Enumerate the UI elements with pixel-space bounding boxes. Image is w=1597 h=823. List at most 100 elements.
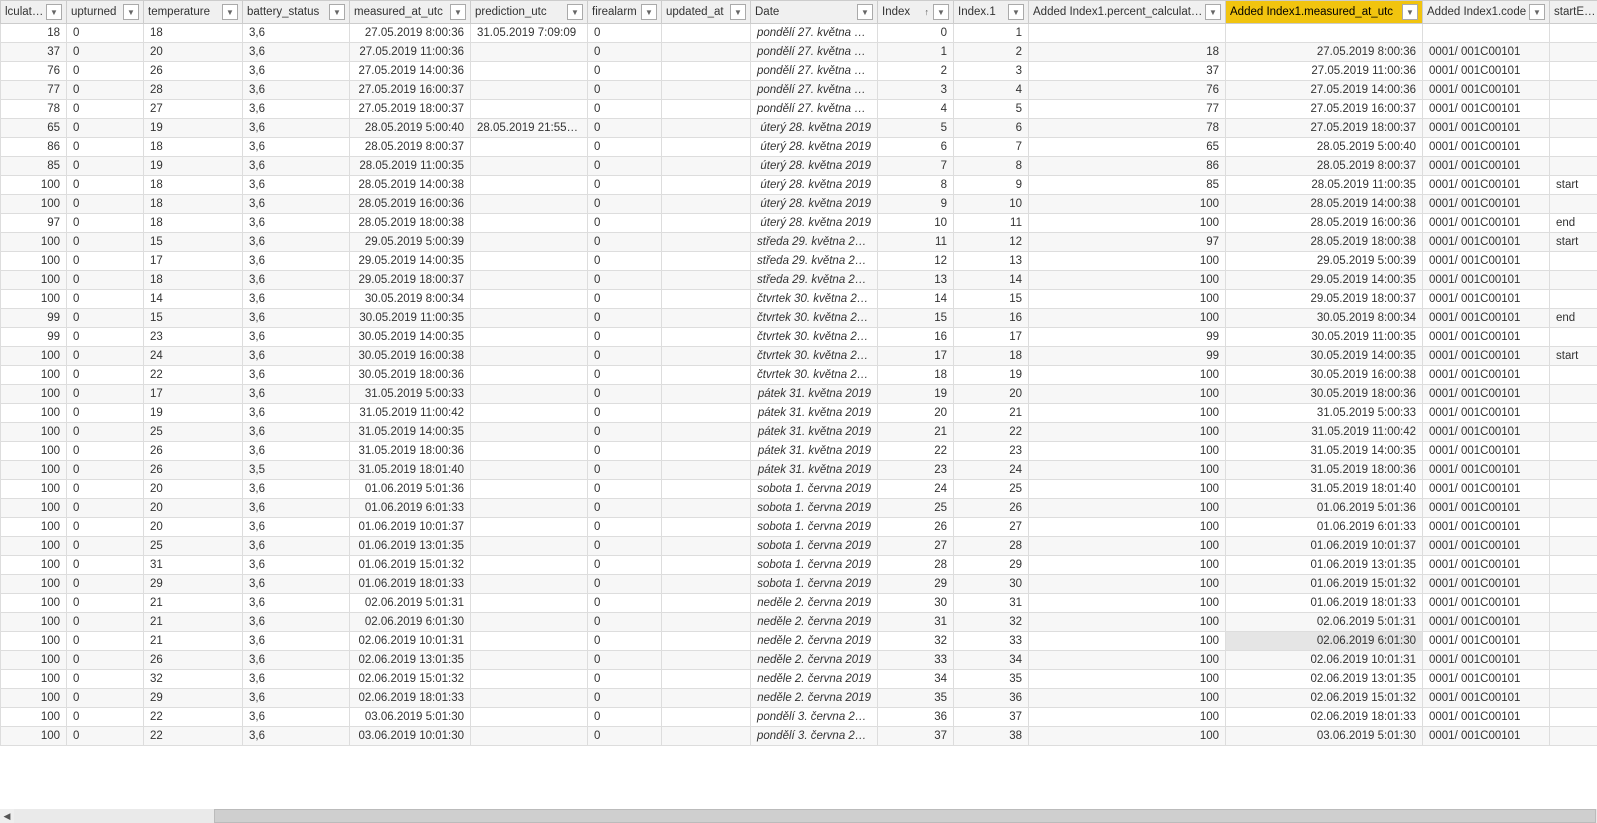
table-cell[interactable]: 02.06.2019 10:01:31	[1226, 651, 1423, 670]
table-cell[interactable]: 0	[588, 727, 662, 746]
table-cell[interactable]	[471, 62, 588, 81]
table-cell[interactable]	[471, 214, 588, 233]
table-cell[interactable]: 100	[1029, 290, 1226, 309]
table-cell[interactable]: start	[1550, 176, 1597, 195]
table-cell[interactable]	[662, 100, 751, 119]
table-cell[interactable]	[1550, 556, 1597, 575]
table-cell[interactable]: 100	[1029, 385, 1226, 404]
table-cell[interactable]: 0	[67, 233, 144, 252]
column-header[interactable]: prediction_utc▼	[471, 1, 588, 24]
table-cell[interactable]: 0	[67, 290, 144, 309]
table-cell[interactable]: 37	[1, 43, 67, 62]
table-cell[interactable]: 02.06.2019 10:01:31	[350, 632, 471, 651]
table-cell[interactable]: 33	[878, 651, 954, 670]
table-cell[interactable]: 3,6	[243, 252, 350, 271]
table-cell[interactable]: 37	[878, 727, 954, 746]
table-cell[interactable]: 0	[67, 404, 144, 423]
table-cell[interactable]: 0001/ 001C00101	[1423, 328, 1550, 347]
table-cell[interactable]: 29	[954, 556, 1029, 575]
table-cell[interactable]: 3,6	[243, 100, 350, 119]
table-cell[interactable]: 100	[1, 708, 67, 727]
table-cell[interactable]: 2	[954, 43, 1029, 62]
table-cell[interactable]: 5	[878, 119, 954, 138]
table-cell[interactable]: 19	[878, 385, 954, 404]
table-row[interactable]: 1000313,601.06.2019 15:01:320sobota 1. č…	[1, 556, 1597, 575]
table-cell[interactable]: 27.05.2019 16:00:37	[350, 81, 471, 100]
table-cell[interactable]	[471, 651, 588, 670]
table-cell[interactable]	[1550, 138, 1597, 157]
table-cell[interactable]: 30.05.2019 14:00:35	[1226, 347, 1423, 366]
filter-dropdown-icon[interactable]: ▼	[329, 4, 345, 20]
table-cell[interactable]: 99	[1029, 347, 1226, 366]
table-cell[interactable]: 100	[1, 461, 67, 480]
table-cell[interactable]	[471, 461, 588, 480]
filter-dropdown-icon[interactable]: ▼	[1008, 4, 1024, 20]
table-cell[interactable]: 0	[67, 214, 144, 233]
table-cell[interactable]: čtvrtek 30. května 2019	[751, 290, 878, 309]
table-cell[interactable]: 0	[588, 480, 662, 499]
column-header[interactable]: Index↑▼	[878, 1, 954, 24]
table-cell[interactable]: 0001/ 001C00101	[1423, 119, 1550, 138]
table-cell[interactable]: 03.06.2019 10:01:30	[350, 727, 471, 746]
table-cell[interactable]: středa 29. května 2019	[751, 233, 878, 252]
table-cell[interactable]: 0	[67, 157, 144, 176]
table-row[interactable]: 1000173,629.05.2019 14:00:350středa 29. …	[1, 252, 1597, 271]
table-cell[interactable]: 03.06.2019 5:01:30	[1226, 727, 1423, 746]
table-cell[interactable]: 18	[878, 366, 954, 385]
table-row[interactable]: 1000213,602.06.2019 10:01:310neděle 2. č…	[1, 632, 1597, 651]
table-cell[interactable]: 100	[1, 195, 67, 214]
table-cell[interactable]	[662, 195, 751, 214]
table-cell[interactable]: 0	[588, 271, 662, 290]
table-cell[interactable]: 29.05.2019 5:00:39	[1226, 252, 1423, 271]
table-cell[interactable]: 17	[144, 252, 243, 271]
table-cell[interactable]: 18	[144, 214, 243, 233]
column-header[interactable]: Index.1▼	[954, 1, 1029, 24]
table-cell[interactable]: 28.05.2019 16:00:36	[350, 195, 471, 214]
table-cell[interactable]: 100	[1, 176, 67, 195]
table-cell[interactable]: 0	[588, 366, 662, 385]
table-cell[interactable]	[1550, 119, 1597, 138]
table-cell[interactable]	[1550, 518, 1597, 537]
table-cell[interactable]	[471, 575, 588, 594]
table-row[interactable]: 770283,627.05.2019 16:00:370pondělí 27. …	[1, 81, 1597, 100]
table-cell[interactable]: 0	[588, 157, 662, 176]
table-cell[interactable]: 3,6	[243, 708, 350, 727]
table-cell[interactable]: 0001/ 001C00101	[1423, 290, 1550, 309]
table-row[interactable]: 180183,627.05.2019 8:00:3631.05.2019 7:0…	[1, 24, 1597, 43]
table-cell[interactable]: sobota 1. června 2019	[751, 518, 878, 537]
table-cell[interactable]: 100	[1, 594, 67, 613]
table-cell[interactable]: 24	[878, 480, 954, 499]
table-cell[interactable]: 18	[1, 24, 67, 43]
table-cell[interactable]: 0001/ 001C00101	[1423, 708, 1550, 727]
table-cell[interactable]: pátek 31. května 2019	[751, 461, 878, 480]
table-cell[interactable]: 29	[878, 575, 954, 594]
table-cell[interactable]	[662, 480, 751, 499]
table-cell[interactable]	[1550, 62, 1597, 81]
table-cell[interactable]: 0	[588, 385, 662, 404]
table-cell[interactable]: 3,6	[243, 537, 350, 556]
table-cell[interactable]: pátek 31. května 2019	[751, 423, 878, 442]
table-cell[interactable]: 30	[878, 594, 954, 613]
column-header[interactable]: battery_status▼	[243, 1, 350, 24]
table-cell[interactable]: 20	[144, 43, 243, 62]
table-cell[interactable]: 100	[1029, 632, 1226, 651]
filter-dropdown-icon[interactable]: ▼	[222, 4, 238, 20]
table-cell[interactable]: 0	[67, 594, 144, 613]
table-cell[interactable]	[662, 62, 751, 81]
table-cell[interactable]: 0	[67, 176, 144, 195]
table-cell[interactable]: 16	[878, 328, 954, 347]
table-cell[interactable]: 29.05.2019 5:00:39	[350, 233, 471, 252]
table-cell[interactable]: sobota 1. června 2019	[751, 575, 878, 594]
table-cell[interactable]: 28.05.2019 14:00:38	[1226, 195, 1423, 214]
table-cell[interactable]	[1550, 290, 1597, 309]
table-cell[interactable]	[1550, 594, 1597, 613]
table-cell[interactable]: 100	[1029, 309, 1226, 328]
table-cell[interactable]: sobota 1. června 2019	[751, 480, 878, 499]
table-cell[interactable]: 9	[954, 176, 1029, 195]
table-cell[interactable]: 2	[878, 62, 954, 81]
table-cell[interactable]: 19	[144, 119, 243, 138]
table-cell[interactable]: 0001/ 001C00101	[1423, 252, 1550, 271]
table-cell[interactable]	[662, 689, 751, 708]
table-cell[interactable]: 31	[954, 594, 1029, 613]
table-cell[interactable]	[662, 537, 751, 556]
